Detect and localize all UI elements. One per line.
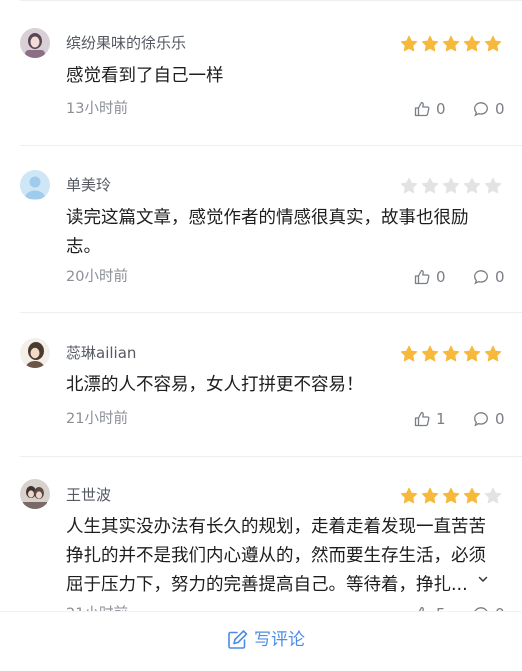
star-icon xyxy=(421,177,439,194)
reply-button[interactable]: 0 xyxy=(473,409,505,429)
reply-button[interactable]: 0 xyxy=(473,99,505,119)
like-button[interactable]: 0 xyxy=(414,267,446,287)
expand-chevron-icon[interactable] xyxy=(477,573,489,590)
divider xyxy=(20,456,522,457)
star-icon xyxy=(463,345,481,362)
reply-count: 0 xyxy=(495,410,505,428)
like-button[interactable]: 5 xyxy=(414,604,446,612)
star-icon xyxy=(400,345,418,362)
star-icon xyxy=(442,35,460,52)
avatar[interactable] xyxy=(20,338,50,368)
like-count: 0 xyxy=(436,268,446,286)
edit-icon xyxy=(228,630,248,649)
username[interactable]: 蕊琳ailian xyxy=(66,343,136,363)
star-icon xyxy=(442,345,460,362)
star-rating xyxy=(400,345,502,363)
comment-bubble-icon xyxy=(474,102,488,117)
star-icon xyxy=(421,345,439,362)
bottom-bar: 写评论 xyxy=(0,612,522,671)
like-button[interactable]: 0 xyxy=(414,99,446,119)
star-rating xyxy=(400,35,502,53)
avatar[interactable] xyxy=(20,170,50,200)
star-icon xyxy=(421,35,439,52)
star-icon xyxy=(442,177,460,194)
comment-text[interactable]: 北漂的人不容易，女人打拼更不容易！ xyxy=(66,371,498,400)
username[interactable]: 王世波 xyxy=(66,485,111,505)
divider xyxy=(20,0,522,1)
comment-bubble-icon xyxy=(474,270,488,285)
comment-text[interactable]: 人生其实没办法有长久的规划，走着走着发现一直苦苦挣扎的并不是我们内心遵从的，然而… xyxy=(66,513,498,600)
star-rating xyxy=(400,487,502,505)
timestamp: 21小时前 xyxy=(66,604,128,612)
thumbs-up-icon xyxy=(414,269,430,285)
like-count: 0 xyxy=(436,100,446,118)
avatar[interactable] xyxy=(20,28,50,58)
star-icon xyxy=(400,487,418,504)
comment-feed: 缤纷果味的徐乐乐 感觉看到了自己一样 13小时前 0 0 单美玲 读完这篇文章，… xyxy=(0,0,522,612)
timestamp: 20小时前 xyxy=(66,269,128,285)
star-icon xyxy=(484,35,502,52)
star-icon xyxy=(400,177,418,194)
star-icon xyxy=(442,487,460,504)
comment-text[interactable]: 读完这篇文章，感觉作者的情感很真实，故事也很励志。 xyxy=(66,204,498,262)
reply-count: 0 xyxy=(495,268,505,286)
like-count: 1 xyxy=(436,410,446,428)
avatar[interactable] xyxy=(20,479,50,509)
star-icon xyxy=(484,345,502,362)
comment-bubble-icon xyxy=(474,412,488,427)
thumbs-up-icon xyxy=(414,411,430,427)
divider xyxy=(20,312,522,313)
timestamp: 21小时前 xyxy=(66,411,128,427)
reply-count: 0 xyxy=(495,100,505,118)
divider xyxy=(20,145,522,146)
like-button[interactable]: 1 xyxy=(414,409,446,429)
star-icon xyxy=(463,177,481,194)
star-icon xyxy=(421,487,439,504)
star-icon xyxy=(463,487,481,504)
timestamp: 13小时前 xyxy=(66,101,128,117)
write-comment-label: 写评论 xyxy=(254,630,305,650)
reply-count: 0 xyxy=(495,604,505,612)
star-icon xyxy=(484,487,502,504)
username[interactable]: 单美玲 xyxy=(66,175,111,195)
comment-text[interactable]: 感觉看到了自己一样 xyxy=(66,62,498,91)
like-count: 5 xyxy=(436,604,446,612)
star-rating xyxy=(400,177,502,195)
star-icon xyxy=(484,177,502,194)
thumbs-up-icon xyxy=(414,101,430,117)
star-icon xyxy=(463,35,481,52)
reply-button[interactable]: 0 xyxy=(473,267,505,287)
star-icon xyxy=(400,35,418,52)
write-comment-button[interactable]: 写评论 xyxy=(226,628,305,652)
username[interactable]: 缤纷果味的徐乐乐 xyxy=(66,33,186,53)
reply-button[interactable]: 0 xyxy=(473,604,505,612)
